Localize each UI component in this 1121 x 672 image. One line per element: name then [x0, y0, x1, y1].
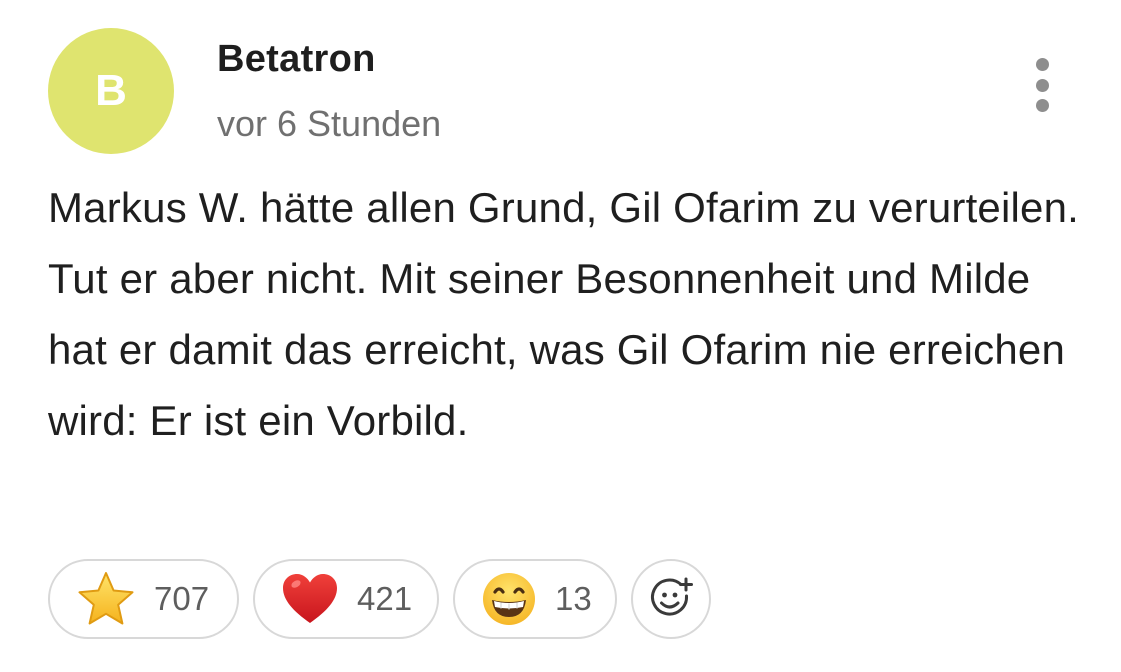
more-vertical-icon	[1035, 58, 1049, 71]
reaction-count: 707	[154, 580, 210, 617]
author-name[interactable]: Betatron	[217, 38, 376, 81]
comment-text: Markus W. hätte allen Grund, Gil Ofarim …	[48, 184, 1080, 444]
reaction-star-button[interactable]: 707	[48, 559, 239, 639]
more-vertical-icon	[1035, 99, 1049, 112]
star-icon	[78, 572, 134, 625]
reaction-grin-button[interactable]: 13	[453, 559, 617, 639]
avatar[interactable]: B	[48, 28, 174, 154]
add-reaction-button[interactable]	[631, 559, 711, 639]
more-vertical-icon	[1035, 78, 1049, 92]
grinning-face-icon	[483, 573, 535, 625]
reaction-count: 13	[555, 580, 592, 617]
add-reaction-icon	[651, 577, 693, 616]
more-options-button[interactable]	[1020, 54, 1064, 116]
reaction-count: 421	[357, 580, 413, 617]
heart-icon	[283, 574, 337, 623]
reaction-bar: 707 421 13	[48, 557, 725, 641]
reaction-heart-button[interactable]: 421	[253, 559, 439, 639]
comment-timestamp: vor 6 Stunden	[217, 103, 442, 144]
avatar-initial: B	[95, 66, 127, 115]
